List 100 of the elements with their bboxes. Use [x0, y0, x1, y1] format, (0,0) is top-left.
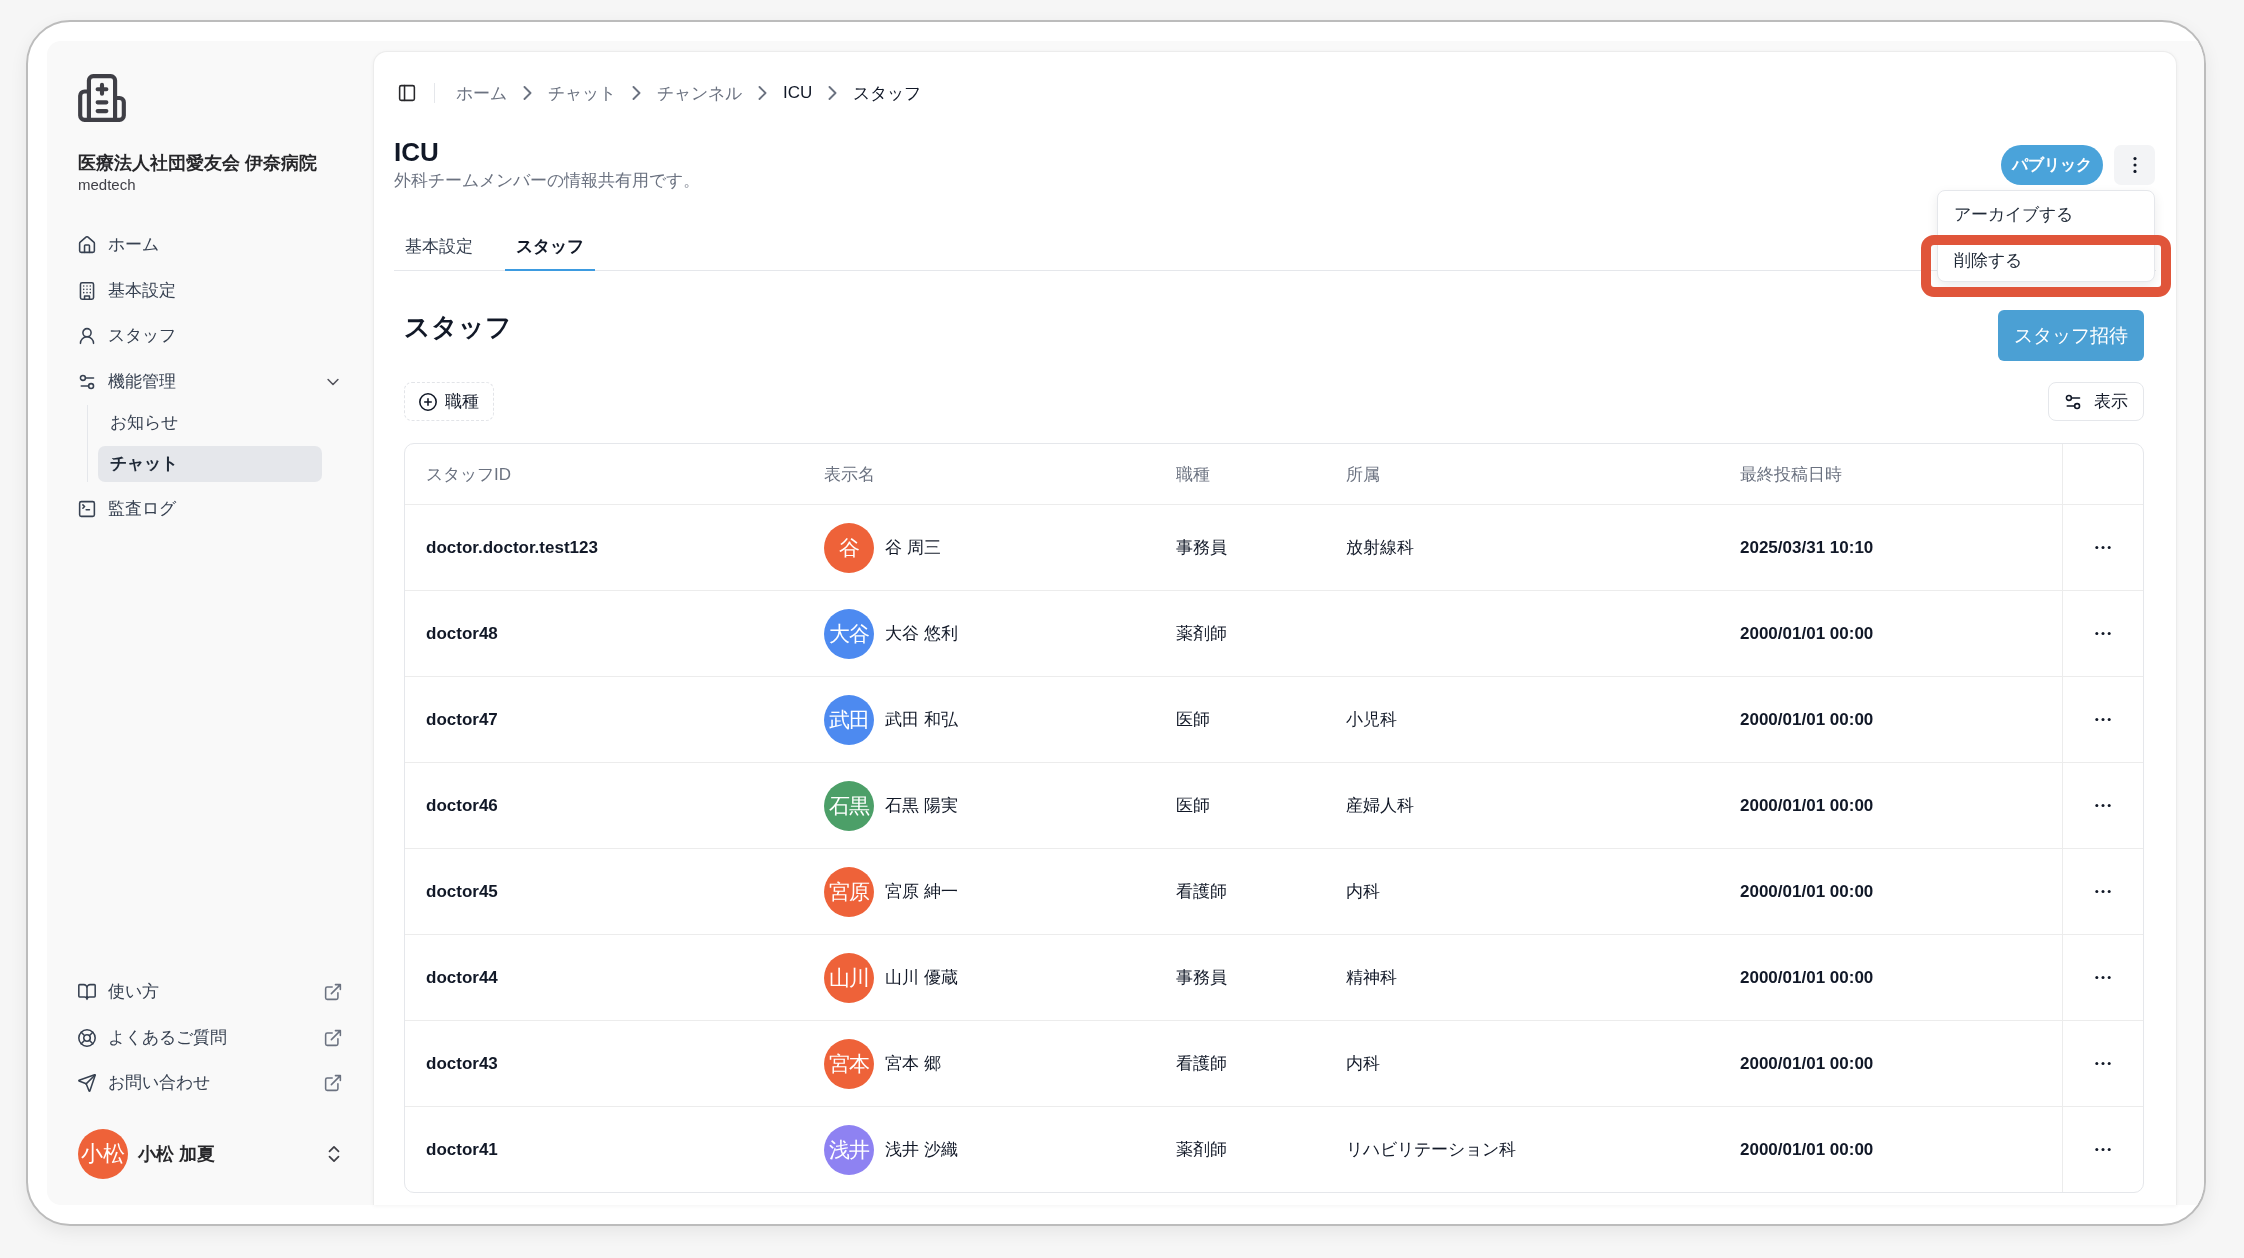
column-header: スタッフID: [425, 463, 512, 486]
ellipsis-icon: [2095, 804, 2111, 807]
external-link-icon: [324, 1074, 342, 1092]
table-cell-text: doctor41: [425, 1138, 499, 1161]
table-cell-text: 産婦人科: [1345, 795, 1415, 817]
display-name: 武田 和弘: [885, 709, 958, 731]
table-cell-text: 薬剤師: [1175, 1139, 1228, 1161]
table-cell-text: 2000/01/01 00:00: [1739, 794, 1875, 817]
table-cell-text: 医師: [1175, 795, 1211, 817]
user-avatar: 武田: [824, 694, 874, 745]
ellipsis-icon: [2095, 546, 2111, 549]
section-title: スタッフ: [404, 311, 512, 344]
external-link[interactable]: お問い合わせ: [78, 1065, 342, 1101]
table-cell-text: 内科: [1345, 1053, 1381, 1075]
table-cell-text: 内科: [1345, 881, 1381, 903]
table-cell-text: 2000/01/01 00:00: [1739, 1138, 1875, 1161]
user-avatar: 石黒: [824, 780, 874, 831]
table-cell-text: 放射線科: [1345, 537, 1415, 559]
tab[interactable]: スタッフ: [505, 223, 595, 271]
table-cell-text: doctor46: [425, 794, 499, 817]
nav-subitem[interactable]: チャット: [98, 445, 322, 482]
nav-item[interactable]: スタッフ: [78, 318, 342, 354]
column-header: 表示名: [823, 463, 876, 486]
external-link[interactable]: 使い方: [78, 974, 342, 1010]
display-name: 山川 優蔵: [885, 967, 958, 989]
external-link[interactable]: よくあるご質問: [78, 1019, 342, 1056]
table-cell-text: doctor43: [425, 1052, 499, 1075]
home-icon: [78, 236, 96, 254]
hospital-icon: [78, 74, 126, 122]
breadcrumb-item: スタッフ: [853, 82, 922, 105]
nav-subitem[interactable]: お知らせ: [98, 404, 322, 441]
chevron-right-icon: [523, 86, 532, 100]
user-avatar: 宮原: [824, 866, 874, 917]
breadcrumb-item: ICU: [783, 83, 813, 103]
lifebuoy-icon: [78, 1028, 96, 1047]
display-name: 宮原 紳一: [885, 881, 958, 903]
table-cell-text: 看護師: [1175, 1053, 1228, 1075]
table-cell-text: doctor44: [425, 966, 499, 989]
column-header: 職種: [1175, 463, 1211, 486]
table-cell-text: doctor.doctor.test123: [425, 536, 599, 559]
breadcrumb-link[interactable]: ホーム: [456, 81, 507, 105]
table-cell-text: 薬剤師: [1175, 623, 1228, 645]
breadcrumb-link[interactable]: チャット: [548, 81, 616, 105]
ellipsis-icon: [2095, 718, 2111, 721]
organization-subtitle: medtech: [78, 175, 136, 195]
external-link-icon: [324, 1028, 342, 1047]
table-cell-text: 2025/03/31 10:10: [1739, 536, 1875, 559]
table-cell-text: 2000/01/01 00:00: [1739, 708, 1875, 731]
table-cell-text: 2000/01/01 00:00: [1739, 880, 1875, 903]
table-cell-text: doctor48: [425, 622, 499, 645]
user-avatar: 大谷: [824, 608, 874, 659]
book-icon: [78, 983, 96, 1001]
table-cell-text: 2000/01/01 00:00: [1739, 966, 1875, 989]
send-icon: [78, 1074, 96, 1092]
user-avatar: 宮本: [824, 1038, 874, 1089]
chevron-right-icon: [828, 86, 838, 100]
chevron-right-icon: [758, 86, 767, 100]
ellipsis-icon: [2095, 632, 2111, 635]
display-name: 浅井 沙織: [885, 1139, 958, 1161]
menu-item[interactable]: 削除する: [1942, 245, 2150, 275]
nav-item[interactable]: 機能管理: [78, 363, 342, 400]
organization-name: 医療法人社団愛友会 伊奈病院: [78, 152, 317, 175]
page-description: 外科チームメンバーの情報共有用です。: [394, 170, 700, 192]
more-icon: [2132, 157, 2137, 173]
user-icon: [78, 327, 96, 345]
display-name: 大谷 悠利: [885, 623, 958, 645]
breadcrumb-link[interactable]: チャンネル: [657, 81, 742, 105]
table-cell-text: 2000/01/01 00:00: [1739, 622, 1875, 645]
sidebar-panel-icon: [398, 84, 416, 102]
display-name: 宮本 郷: [885, 1053, 941, 1075]
table-cell-text: 事務員: [1175, 537, 1228, 559]
column-header: 最終投稿日時: [1739, 463, 1843, 486]
tab[interactable]: 基本設定: [394, 223, 484, 271]
filter-button[interactable]: 職種: [404, 382, 494, 421]
menu-item[interactable]: アーカイブする: [1942, 195, 2150, 233]
table-cell-text: 看護師: [1175, 881, 1228, 903]
user-name: 小松 加夏: [138, 1143, 215, 1166]
table-cell-text: 小児科: [1345, 709, 1398, 731]
external-link-icon: [324, 983, 342, 1001]
table-cell-text: 医師: [1175, 709, 1211, 731]
nav-item[interactable]: 監査ログ: [78, 491, 342, 527]
column-header: 所属: [1345, 463, 1381, 486]
nav-item[interactable]: 基本設定: [78, 272, 342, 309]
table-cell-text: リハビリテーション科: [1345, 1139, 1517, 1161]
display-name: 石黒 陽実: [885, 795, 958, 817]
user-avatar: 浅井: [824, 1124, 874, 1175]
ellipsis-icon: [2095, 1148, 2111, 1151]
sidebar-toggle-button[interactable]: [398, 84, 416, 102]
table-cell-text: 2000/01/01 00:00: [1739, 1052, 1875, 1075]
table-cell-text: 事務員: [1175, 967, 1228, 989]
nav-item[interactable]: ホーム: [78, 227, 342, 263]
chevrons-up-down-icon: [326, 1145, 342, 1163]
chevron-right-icon: [632, 86, 641, 100]
visibility-badge: パブリック: [2001, 145, 2103, 185]
display-name: 谷 周三: [885, 537, 941, 559]
view-options-button[interactable]: 表示: [2048, 382, 2144, 421]
user-avatar: 小松: [78, 1129, 128, 1179]
terminal-icon: [78, 500, 96, 518]
building-icon: [78, 281, 96, 300]
page-title: ICU: [394, 136, 439, 168]
